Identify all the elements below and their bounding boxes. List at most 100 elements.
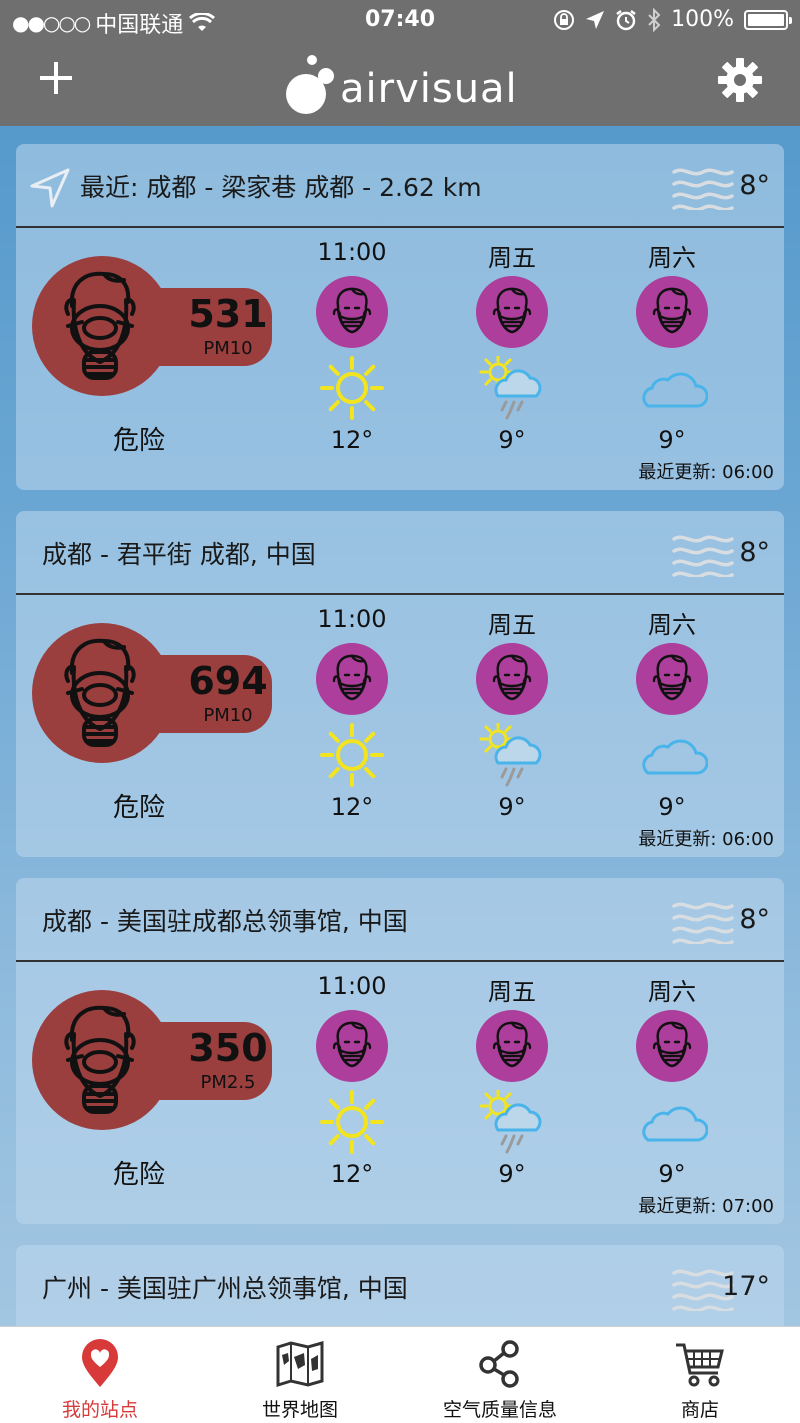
forecast-aqi-face bbox=[316, 1010, 388, 1082]
forecast-temperature: 9° bbox=[498, 1160, 526, 1188]
station-card[interactable]: 最近: 成都 - 梁家巷 成都 - 2.62 km 8° 531 PM10 危险… bbox=[16, 144, 784, 490]
forecast-aqi-face bbox=[636, 1010, 708, 1082]
tab-bar: 我的站点 世界地图 空气质量信息 商店 bbox=[0, 1326, 800, 1423]
cloudy-icon bbox=[642, 1106, 708, 1142]
aqi-pollutant: PM10 bbox=[203, 705, 253, 726]
alarm-icon bbox=[616, 9, 636, 30]
aqi-pollutant: PM10 bbox=[203, 338, 253, 359]
station-body: 531 PM10 危险 11:00 12° 周五 9° 周六 9° 最近更新: … bbox=[16, 228, 784, 490]
cloudy-icon bbox=[642, 372, 708, 408]
face-mask-icon bbox=[652, 287, 692, 334]
forecast-temperature: 12° bbox=[330, 793, 374, 821]
wind-icon bbox=[672, 902, 734, 944]
station-body: 350 PM2.5 危险 11:00 12° 周五 9° 周六 9° 最近更新:… bbox=[16, 962, 784, 1224]
wind-icon bbox=[672, 535, 734, 577]
heart-pin-icon bbox=[82, 1339, 118, 1387]
station-header: 成都 - 君平街 成都, 中国 8° bbox=[16, 511, 784, 595]
add-station-button[interactable] bbox=[34, 56, 78, 100]
forecast-label: 11:00 bbox=[317, 972, 387, 1000]
aqi-value: 694 bbox=[188, 659, 268, 703]
status-bar: ●●○○○ 中国联通 07:40 100% bbox=[0, 0, 800, 40]
tab-my-stations[interactable]: 我的站点 bbox=[0, 1327, 200, 1423]
logo-text: airvisual bbox=[340, 66, 518, 112]
station-temperature: 8° bbox=[739, 904, 770, 935]
forecast-temperature: 9° bbox=[498, 793, 526, 821]
station-temperature: 17° bbox=[722, 1271, 770, 1302]
forecast-aqi-face bbox=[316, 643, 388, 715]
face-mask-icon bbox=[652, 1021, 692, 1068]
forecast-temperature: 9° bbox=[498, 426, 526, 454]
gas-mask-icon bbox=[64, 271, 136, 380]
tab-shop[interactable]: 商店 bbox=[600, 1327, 800, 1423]
sun-rain-icon bbox=[479, 356, 542, 420]
airvisual-logo-icon bbox=[286, 55, 334, 114]
gas-mask-icon bbox=[64, 1005, 136, 1114]
station-header: 广州 - 美国驻广州总领事馆, 中国 17° bbox=[16, 1245, 784, 1329]
last-updated: 最近更新: 06:00 bbox=[638, 462, 774, 483]
last-updated: 最近更新: 07:00 bbox=[638, 1196, 774, 1217]
forecast-temperature: 12° bbox=[330, 1160, 374, 1188]
aqi-value: 350 bbox=[188, 1026, 268, 1070]
aqi-status: 危险 bbox=[112, 426, 165, 456]
app-header: airvisual bbox=[0, 40, 800, 126]
cloudy-icon bbox=[642, 739, 708, 775]
world-map-icon bbox=[276, 1341, 324, 1388]
location-arrow-icon bbox=[586, 10, 605, 29]
sun-rain-icon bbox=[479, 723, 542, 787]
tab-label: 我的站点 bbox=[61, 1399, 138, 1421]
battery-percent: 100% bbox=[671, 7, 734, 32]
sunny-icon bbox=[320, 723, 384, 787]
forecast-temperature: 9° bbox=[658, 793, 686, 821]
tab-air-quality-info[interactable]: 空气质量信息 bbox=[400, 1327, 600, 1423]
forecast-temperature: 12° bbox=[330, 426, 374, 454]
tab-world-map[interactable]: 世界地图 bbox=[200, 1327, 400, 1423]
face-mask-icon bbox=[492, 1021, 532, 1068]
share-nodes-icon bbox=[479, 1340, 519, 1388]
face-mask-icon bbox=[492, 287, 532, 334]
aqi-pollutant: PM2.5 bbox=[200, 1072, 256, 1093]
forecast-aqi-face bbox=[636, 643, 708, 715]
face-mask-icon bbox=[332, 654, 372, 701]
forecast-label: 周六 bbox=[648, 978, 696, 1006]
forecast-label: 11:00 bbox=[317, 605, 387, 633]
gear-icon[interactable] bbox=[716, 56, 764, 104]
gas-mask-icon bbox=[64, 638, 136, 747]
face-mask-icon bbox=[332, 1021, 372, 1068]
station-temperature: 8° bbox=[739, 170, 770, 201]
station-card[interactable]: 成都 - 君平街 成都, 中国 8° 694 PM10 危险 11:00 12°… bbox=[16, 511, 784, 857]
station-title: 成都 - 美国驻成都总领事馆, 中国 bbox=[42, 907, 408, 936]
station-title: 广州 - 美国驻广州总领事馆, 中国 bbox=[42, 1274, 408, 1303]
aqi-status: 危险 bbox=[112, 793, 165, 823]
last-updated: 最近更新: 06:00 bbox=[638, 829, 774, 850]
forecast-aqi-face bbox=[476, 643, 548, 715]
aqi-status: 危险 bbox=[112, 1160, 165, 1190]
station-list: 最近: 成都 - 梁家巷 成都 - 2.62 km 8° 531 PM10 危险… bbox=[16, 144, 784, 1386]
forecast-label: 周六 bbox=[648, 611, 696, 639]
aqi-value: 531 bbox=[188, 292, 268, 336]
sunny-icon bbox=[320, 356, 384, 420]
station-card[interactable]: 成都 - 美国驻成都总领事馆, 中国 8° 350 PM2.5 危险 11:00… bbox=[16, 878, 784, 1224]
app-logo: airvisual bbox=[282, 50, 518, 116]
sun-rain-icon bbox=[479, 1090, 542, 1154]
wind-icon bbox=[672, 168, 734, 210]
forecast-label: 周五 bbox=[488, 244, 536, 272]
station-body: 694 PM10 危险 11:00 12° 周五 9° 周六 9° 最近更新: … bbox=[16, 595, 784, 857]
face-mask-icon bbox=[652, 654, 692, 701]
forecast-label: 周五 bbox=[488, 611, 536, 639]
station-title: 最近: 成都 - 梁家巷 成都 - 2.62 km bbox=[80, 173, 482, 202]
forecast-label: 周五 bbox=[488, 978, 536, 1006]
face-mask-icon bbox=[332, 287, 372, 334]
tab-label: 商店 bbox=[680, 1399, 719, 1421]
forecast-aqi-face bbox=[636, 276, 708, 348]
forecast-aqi-face bbox=[476, 276, 548, 348]
station-title: 成都 - 君平街 成都, 中国 bbox=[42, 540, 316, 569]
forecast-aqi-face bbox=[316, 276, 388, 348]
forecast-aqi-face bbox=[476, 1010, 548, 1082]
station-header: 最近: 成都 - 梁家巷 成都 - 2.62 km 8° bbox=[16, 144, 784, 228]
location-arrow-icon bbox=[30, 168, 70, 208]
forecast-temperature: 9° bbox=[658, 426, 686, 454]
tab-label: 世界地图 bbox=[261, 1399, 338, 1421]
forecast-label: 11:00 bbox=[317, 238, 387, 266]
status-right: 100% bbox=[553, 7, 792, 32]
station-temperature: 8° bbox=[739, 537, 770, 568]
